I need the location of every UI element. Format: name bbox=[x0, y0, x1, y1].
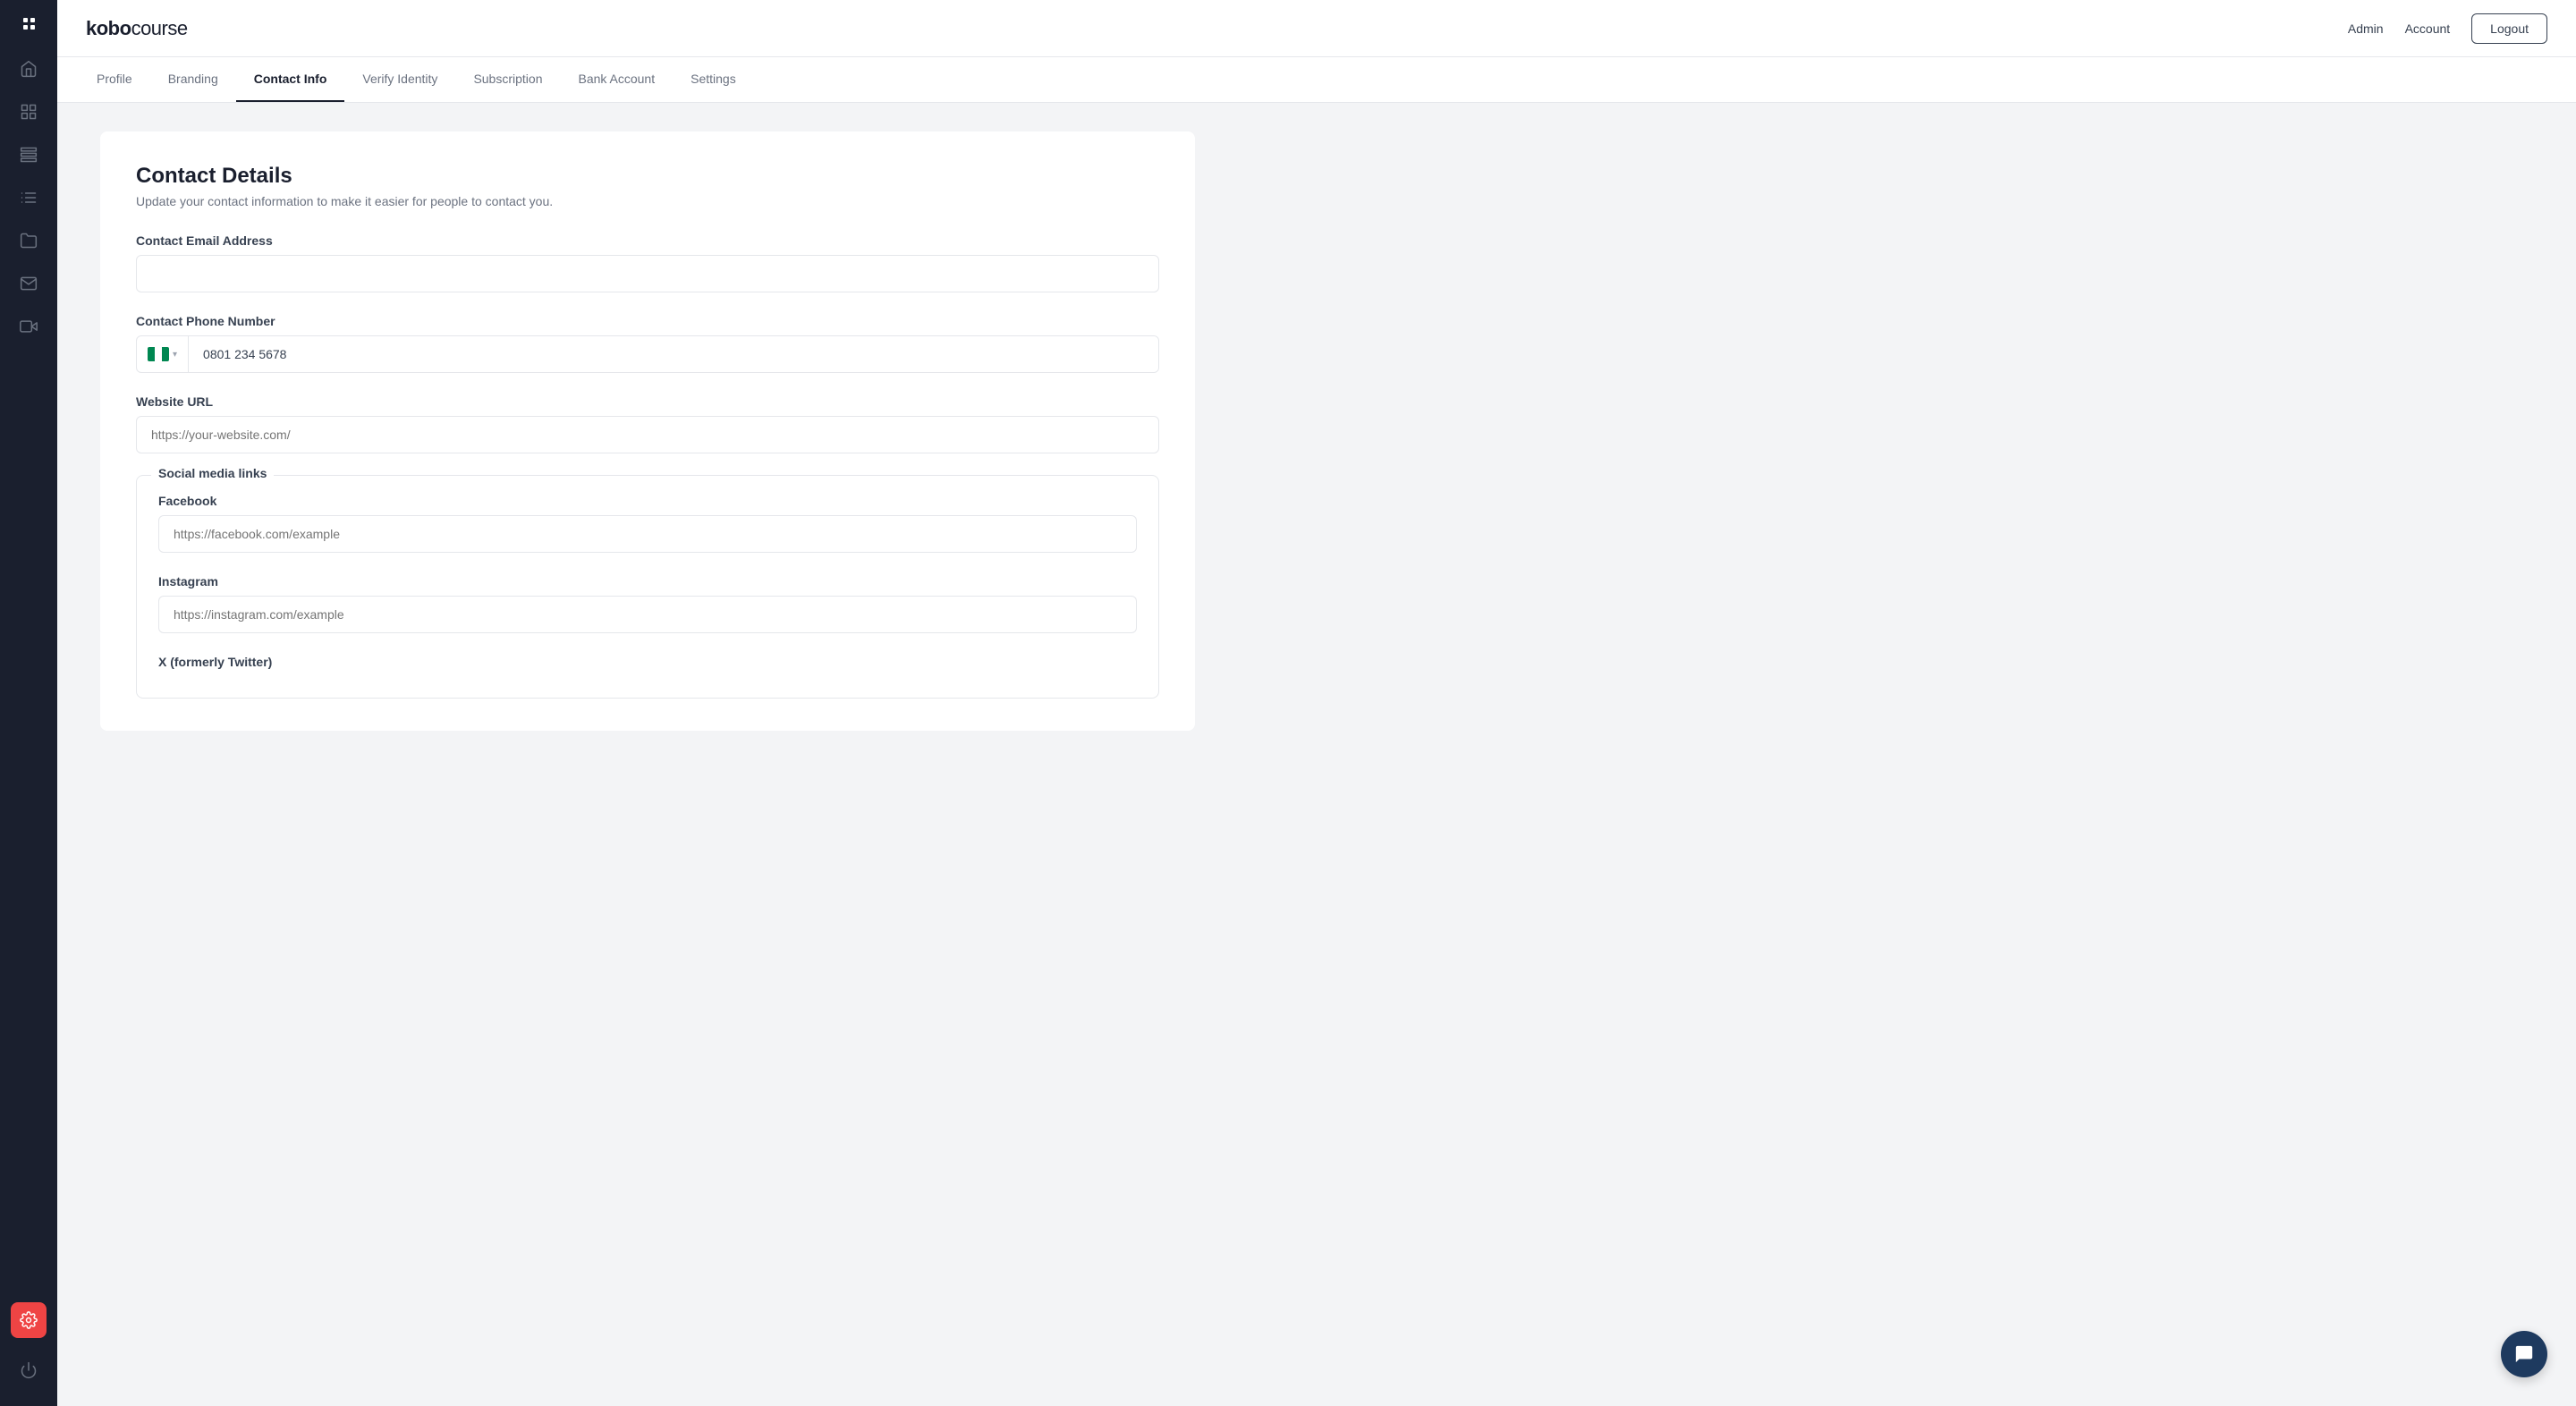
logout-button[interactable]: Logout bbox=[2471, 13, 2547, 44]
topnav: kobocourse Admin Account Logout bbox=[57, 0, 2576, 57]
tab-bar: Profile Branding Contact Info Verify Ide… bbox=[57, 57, 2576, 103]
chevron-down-icon: ▾ bbox=[173, 350, 177, 360]
admin-link[interactable]: Admin bbox=[2348, 21, 2384, 36]
topnav-links: Admin Account Logout bbox=[2348, 13, 2547, 44]
tab-settings[interactable]: Settings bbox=[673, 57, 754, 102]
list-icon[interactable] bbox=[11, 180, 47, 216]
phone-label: Contact Phone Number bbox=[136, 314, 1159, 328]
email-input[interactable] bbox=[136, 255, 1159, 292]
twitter-field-group: X (formerly Twitter) bbox=[158, 655, 1137, 669]
facebook-field-group: Facebook bbox=[158, 494, 1137, 553]
phone-field-group: Contact Phone Number ▾ bbox=[136, 314, 1159, 373]
main-container: kobocourse Admin Account Logout Profile … bbox=[57, 0, 2576, 1406]
nigeria-flag bbox=[148, 347, 169, 361]
phone-wrapper: ▾ bbox=[136, 335, 1159, 373]
tab-bank-account[interactable]: Bank Account bbox=[560, 57, 673, 102]
folder-icon[interactable] bbox=[11, 223, 47, 258]
grid-dots-icon bbox=[23, 18, 35, 30]
grid-icon[interactable] bbox=[11, 137, 47, 173]
mail-icon[interactable] bbox=[11, 266, 47, 301]
page-title: Contact Details bbox=[136, 164, 1159, 189]
phone-input[interactable] bbox=[189, 336, 1158, 372]
home-icon[interactable] bbox=[11, 51, 47, 87]
account-link[interactable]: Account bbox=[2405, 21, 2451, 36]
tab-verify-identity[interactable]: Verify Identity bbox=[344, 57, 455, 102]
chat-bubble[interactable] bbox=[2501, 1331, 2547, 1377]
tab-profile[interactable]: Profile bbox=[79, 57, 150, 102]
power-icon[interactable] bbox=[11, 1352, 47, 1388]
settings-icon[interactable] bbox=[11, 1302, 47, 1338]
content-area: Profile Branding Contact Info Verify Ide… bbox=[57, 57, 2576, 1406]
country-selector[interactable]: ▾ bbox=[137, 336, 189, 372]
website-field-group: Website URL bbox=[136, 394, 1159, 453]
website-label: Website URL bbox=[136, 394, 1159, 409]
contact-details-card: Contact Details Update your contact info… bbox=[100, 131, 1195, 731]
email-field-group: Contact Email Address bbox=[136, 233, 1159, 292]
website-input[interactable] bbox=[136, 416, 1159, 453]
instagram-field-group: Instagram bbox=[158, 574, 1137, 633]
tab-subscription[interactable]: Subscription bbox=[455, 57, 560, 102]
logo-suffix: course bbox=[131, 17, 188, 39]
page-content: Contact Details Update your contact info… bbox=[57, 103, 1238, 759]
social-section-title: Social media links bbox=[151, 466, 274, 480]
video-icon[interactable] bbox=[11, 309, 47, 344]
bookmark-icon[interactable] bbox=[11, 94, 47, 130]
twitter-label: X (formerly Twitter) bbox=[158, 655, 1137, 669]
page-subtitle: Update your contact information to make … bbox=[136, 194, 1159, 208]
tab-contact-info[interactable]: Contact Info bbox=[236, 57, 345, 102]
social-media-section: Social media links Facebook Instagram X … bbox=[136, 475, 1159, 699]
logo-brand: kobo bbox=[86, 17, 131, 39]
instagram-label: Instagram bbox=[158, 574, 1137, 589]
facebook-input[interactable] bbox=[158, 515, 1137, 553]
sidebar bbox=[0, 0, 57, 1406]
tab-branding[interactable]: Branding bbox=[150, 57, 236, 102]
logo: kobocourse bbox=[86, 17, 188, 40]
email-label: Contact Email Address bbox=[136, 233, 1159, 248]
facebook-label: Facebook bbox=[158, 494, 1137, 508]
instagram-input[interactable] bbox=[158, 596, 1137, 633]
